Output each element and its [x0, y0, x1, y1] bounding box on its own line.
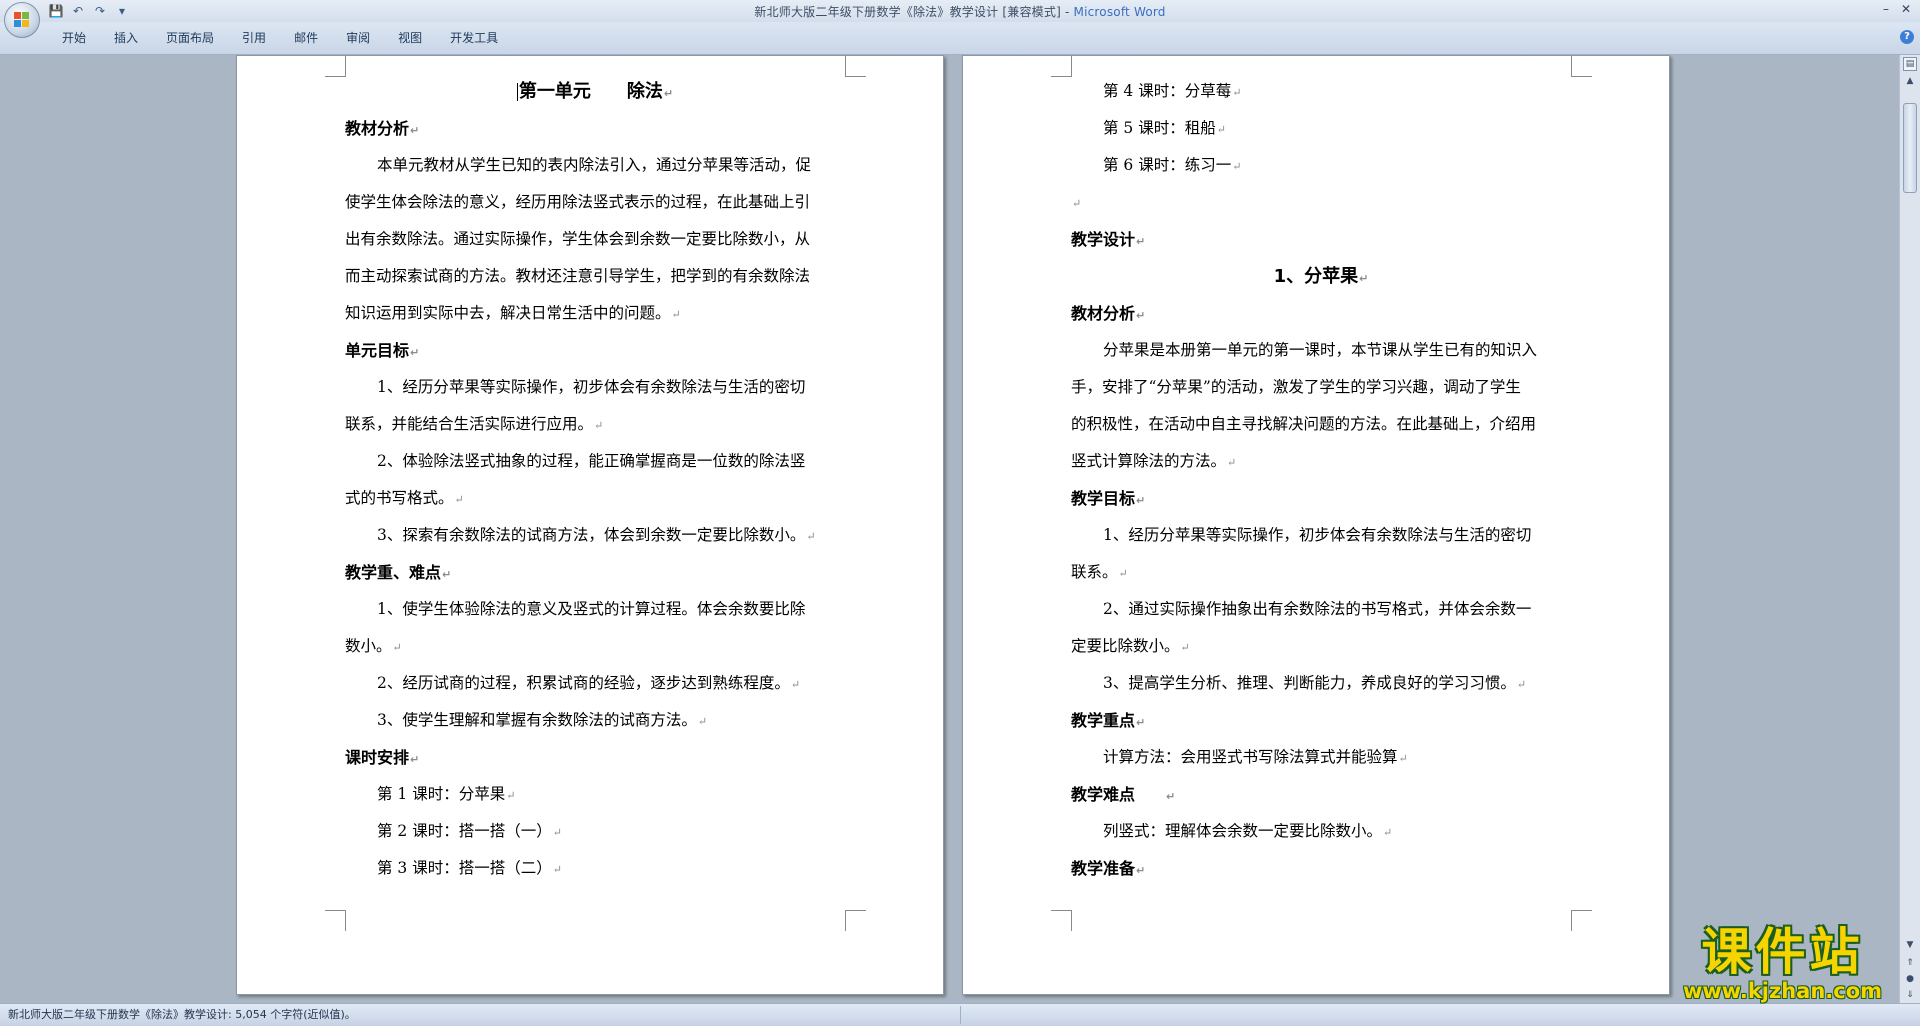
heading-analysis: 教材分析: [1071, 295, 1571, 332]
ribbon-tabs: 开始 插入 页面布局 引用 邮件 审阅 视图 开发工具: [48, 28, 512, 48]
select-browse-object-icon[interactable]: ●: [1900, 971, 1920, 987]
status-text: 新北师大版二年级下册数学《除法》教学设计: 5,054 个字符(近似值)。: [8, 1008, 356, 1021]
document-page-1[interactable]: 第一单元 除法 教材分析 本单元教材从学生已知的表内除法引入，通过分苹果等活动，…: [236, 55, 944, 995]
paragraph-line: 数小。: [345, 628, 845, 665]
watermark-main-text: 课件站: [1701, 923, 1864, 981]
office-logo-icon: [14, 12, 30, 28]
unit-title: 第一单元 除法: [345, 73, 845, 110]
paragraph-line: 联系。: [1071, 554, 1571, 591]
vertical-scrollbar[interactable]: ▤ ▲ ▼ ⇑ ● ⇓: [1899, 55, 1920, 1003]
view-ruler-icon[interactable]: ▤: [1903, 57, 1917, 71]
document-name: 新北师大版二年级下册数学《除法》教学设计 [兼容模式]: [754, 5, 1061, 19]
schedule-item: 第 1 课时：分苹果: [345, 776, 845, 813]
paragraph-line: 出有余数除法。通过实际操作，学生体会到余数一定要比除数小，从: [345, 230, 811, 248]
paragraph-line: 联系，并能结合生活实际进行应用。: [345, 406, 845, 443]
paragraph-line: 1、经历分苹果等实际操作，初步体会有余数除法与生活的密切: [1103, 526, 1532, 544]
paragraph-line: 手，安排了“分苹果”的活动，激发了学生的学习兴趣，调动了学生: [1071, 378, 1521, 396]
heading-goals: 单元目标: [345, 332, 845, 369]
previous-page-icon[interactable]: ⇑: [1900, 955, 1920, 971]
heading-difficulty: 教学难点: [1071, 776, 1571, 813]
paragraph-line: 竖式计算除法的方法。: [1071, 443, 1571, 480]
tab-mailings[interactable]: 邮件: [280, 28, 332, 48]
paragraph-line: 列竖式：理解体会余数一定要比除数小。: [1071, 813, 1571, 850]
heading-analysis: 教材分析: [345, 110, 845, 147]
paragraph-line: 1、使学生体验除法的意义及竖式的计算过程。体会余数要比除: [377, 600, 806, 618]
paragraph-line: 2、体验除法竖式抽象的过程，能正确掌握商是一位数的除法竖: [377, 452, 806, 470]
scroll-up-icon[interactable]: ▲: [1900, 73, 1920, 89]
title-separator: -: [1060, 5, 1074, 19]
ribbon-tab-bar: 开始 插入 页面布局 引用 邮件 审阅 视图 开发工具 ?: [0, 22, 1920, 55]
tab-developer[interactable]: 开发工具: [436, 28, 512, 48]
crop-mark: [1051, 56, 1072, 77]
text-cursor: [516, 83, 518, 101]
paragraph-line: 3、使学生理解和掌握有余数除法的试商方法。: [345, 702, 845, 739]
paragraph-line: 分苹果是本册第一单元的第一课时，本节课从学生已有的知识入: [1103, 341, 1538, 359]
tab-view[interactable]: 视图: [384, 28, 436, 48]
paragraph-line: 的积极性，在活动中自主寻找解决问题的方法。在此基础上，介绍用: [1071, 415, 1537, 433]
window-controls: – ✕: [1876, 0, 1916, 18]
heading-goals: 教学目标: [1071, 480, 1571, 517]
page-1-text: 第一单元 除法 教材分析 本单元教材从学生已知的表内除法引入，通过分苹果等活动，…: [345, 73, 845, 887]
crop-mark: [845, 56, 866, 77]
tab-page-layout[interactable]: 页面布局: [152, 28, 228, 48]
minimize-button[interactable]: –: [1876, 0, 1896, 18]
schedule-item: 第 3 课时：搭一搭（二）: [345, 850, 845, 887]
status-bar: 新北师大版二年级下册数学《除法》教学设计: 5,054 个字符(近似值)。: [0, 1003, 1920, 1026]
crop-mark: [845, 910, 866, 931]
heading-key-point: 教学重点: [1071, 702, 1571, 739]
paragraph-line: 定要比除数小。: [1071, 628, 1571, 665]
heading-preparation: 教学准备: [1071, 850, 1571, 887]
paragraph-line: 3、提高学生分析、推理、判断能力，养成良好的学习习惯。: [1071, 665, 1571, 702]
paragraph-line: 使学生体会除法的意义，经历用除法竖式表示的过程，在此基础上引: [345, 193, 811, 211]
schedule-item: 第 4 课时：分草莓: [1071, 73, 1571, 110]
tab-insert[interactable]: 插入: [100, 28, 152, 48]
watermark-url: www.kjzhan.com: [1682, 979, 1883, 1003]
next-page-icon[interactable]: ⇓: [1900, 987, 1920, 1003]
paragraph-line: 而主动探索试商的方法。教材还注意引导学生，把学到的有余数除法: [345, 267, 811, 285]
title-bar: 💾 ↶ ↷ ▾ 新北师大版二年级下册数学《除法》教学设计 [兼容模式] - Mi…: [0, 0, 1920, 22]
office-button[interactable]: [4, 2, 40, 38]
document-page-2[interactable]: 第 4 课时：分草莓 第 5 课时：租船 第 6 课时：练习一 教学设计 1、分…: [962, 55, 1670, 995]
schedule-item: 第 2 课时：搭一搭（一）: [345, 813, 845, 850]
paragraph-line: 本单元教材从学生已知的表内除法引入，通过分苹果等活动，促: [377, 156, 812, 174]
paragraph-line: 计算方法：会用竖式书写除法算式并能验算: [1071, 739, 1571, 776]
paragraph-line: 2、经历试商的过程，积累试商的经验，逐步达到熟练程度。: [345, 665, 845, 702]
crop-mark: [325, 56, 346, 77]
scroll-thumb[interactable]: [1903, 103, 1917, 193]
scroll-down-icon[interactable]: ▼: [1900, 937, 1920, 953]
paragraph-line: 1、经历分苹果等实际操作，初步体会有余数除法与生活的密切: [377, 378, 806, 396]
crop-mark: [1571, 910, 1592, 931]
window-title: 新北师大版二年级下册数学《除法》教学设计 [兼容模式] - Microsoft …: [0, 3, 1920, 20]
watermark-logo: 课件站 www.kjzhan.com: [1665, 925, 1900, 1005]
heading-design: 教学设计: [1071, 221, 1571, 258]
page-2-text: 第 4 课时：分草莓 第 5 课时：租船 第 6 课时：练习一 教学设计 1、分…: [1071, 73, 1571, 887]
help-icon[interactable]: ?: [1900, 30, 1914, 44]
lesson-title: 1、分苹果: [1071, 258, 1571, 295]
crop-mark: [1051, 910, 1072, 931]
paragraph-mark: [1165, 785, 1175, 804]
document-workspace: 第一单元 除法 教材分析 本单元教材从学生已知的表内除法引入，通过分苹果等活动，…: [0, 55, 1900, 1003]
paragraph-line: 2、通过实际操作抽象出有余数除法的书写格式，并体会余数一: [1103, 600, 1532, 618]
tab-review[interactable]: 审阅: [332, 28, 384, 48]
app-name: Microsoft Word: [1073, 5, 1166, 19]
close-button[interactable]: ✕: [1896, 0, 1916, 18]
heading-schedule: 课时安排: [345, 739, 845, 776]
tab-references[interactable]: 引用: [228, 28, 280, 48]
schedule-item: 第 5 课时：租船: [1071, 110, 1571, 147]
crop-mark: [1571, 56, 1592, 77]
paragraph-line: 3、探索有余数除法的试商方法，体会到余数一定要比除数小。: [345, 517, 845, 554]
schedule-item: 第 6 课时：练习一: [1071, 147, 1571, 184]
paragraph-line: 式的书写格式。: [345, 480, 845, 517]
paragraph-line: 知识运用到实际中去，解决日常生活中的问题。: [345, 295, 845, 332]
tab-home[interactable]: 开始: [48, 28, 100, 48]
empty-paragraph: [1071, 184, 1571, 221]
status-divider: [960, 1006, 961, 1024]
heading-key-points: 教学重、难点: [345, 554, 845, 591]
crop-mark: [325, 910, 346, 931]
